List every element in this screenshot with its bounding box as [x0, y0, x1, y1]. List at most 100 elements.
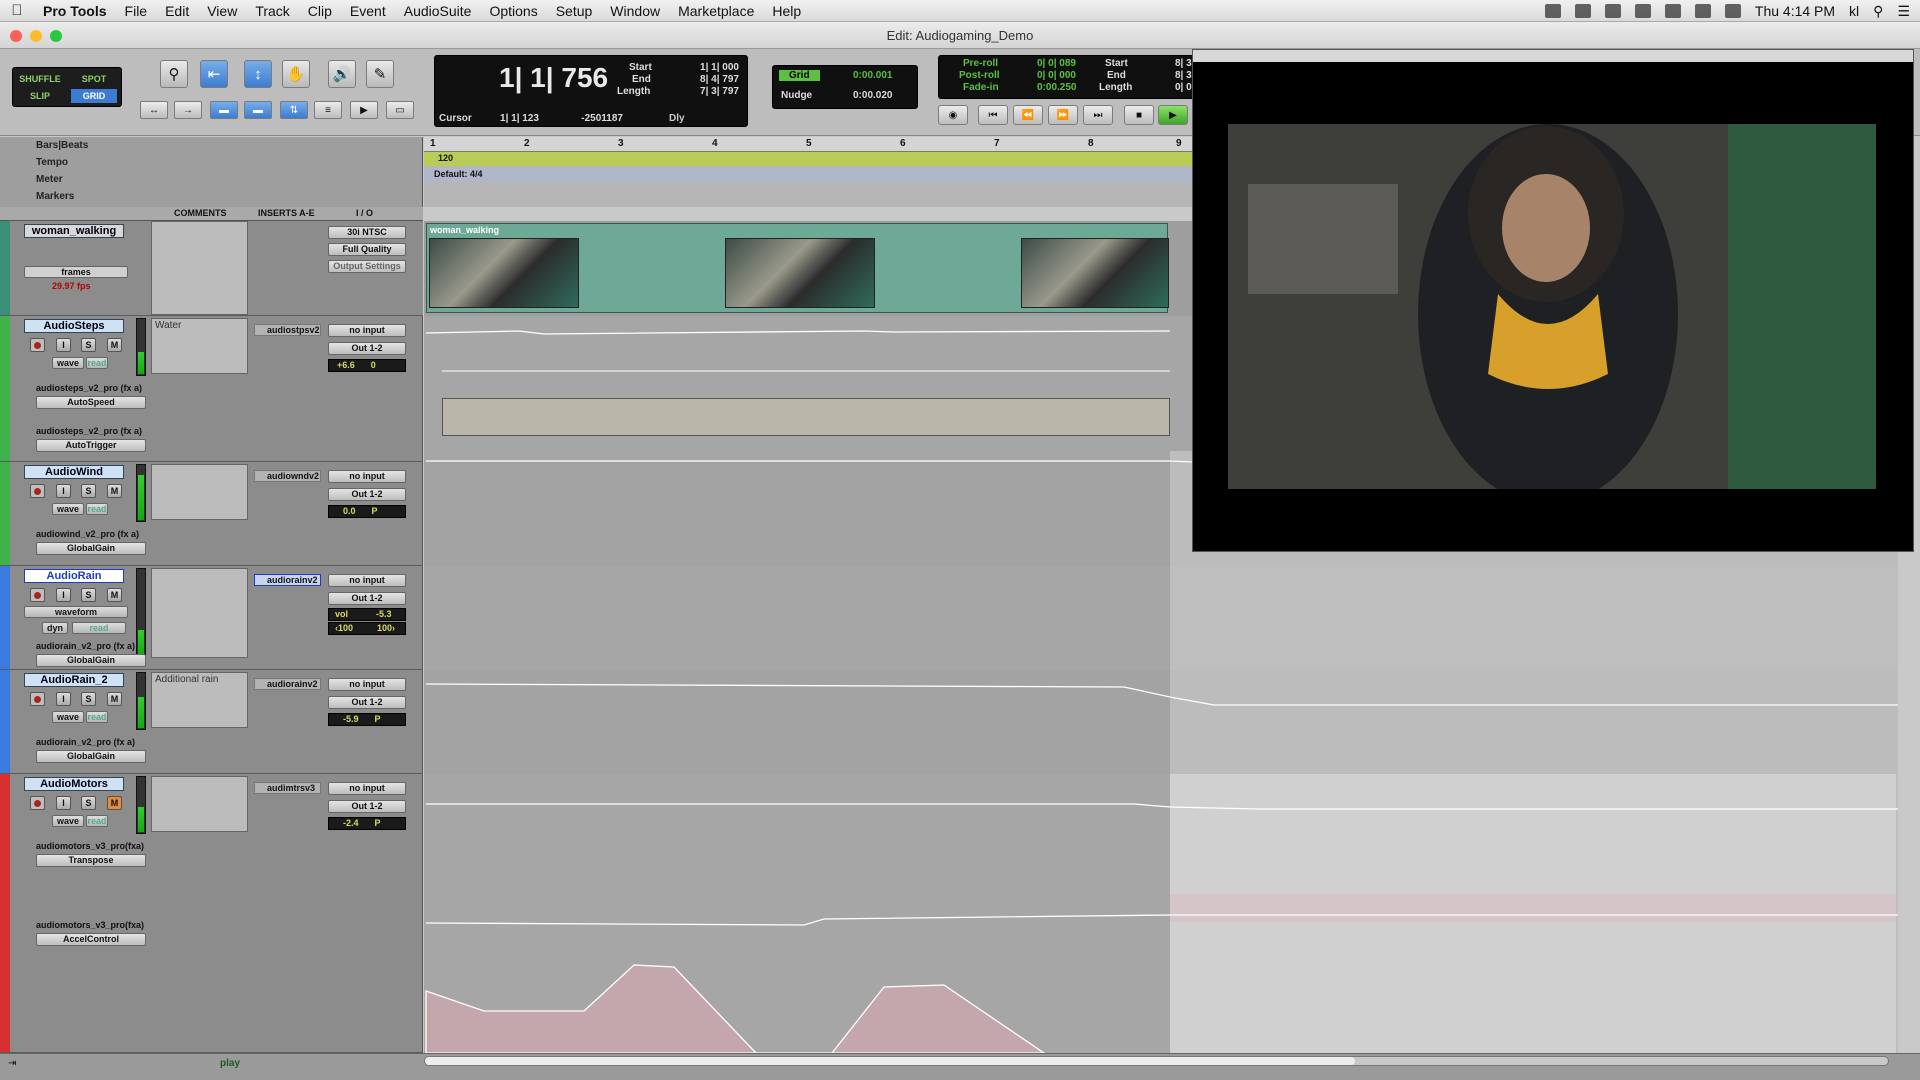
tempo-value[interactable]: 120: [438, 153, 453, 163]
mirror-midi-icon[interactable]: ≡: [314, 101, 342, 119]
menu-clip[interactable]: Clip: [299, 3, 341, 19]
output-selector[interactable]: Out 1-2: [328, 488, 406, 501]
automation-mode-selector[interactable]: read: [86, 815, 108, 827]
mute-button[interactable]: M: [107, 692, 122, 706]
timeline-rulers[interactable]: 1 2 3 4 5 6 7 8 9 120 Default: 4/4: [424, 137, 1192, 207]
plugin-parameter-selector[interactable]: Transpose: [36, 854, 146, 867]
mute-button[interactable]: M: [107, 338, 122, 352]
ruler-meter-label[interactable]: Meter: [36, 174, 63, 185]
link-track-icon[interactable]: ▬: [244, 101, 272, 119]
plugin-parameter-selector[interactable]: GlobalGain: [36, 542, 146, 555]
preroll-value[interactable]: 0| 0| 089: [1037, 58, 1076, 69]
nudge-value[interactable]: 0:00.020: [853, 90, 892, 101]
input-monitor-button[interactable]: I: [56, 692, 71, 706]
input-monitor-button[interactable]: I: [56, 796, 71, 810]
volume-display[interactable]: +6.6 0: [328, 359, 406, 372]
transport-length-value[interactable]: 0| 0: [1175, 82, 1192, 93]
counter-length-value[interactable]: 7| 3| 797: [679, 86, 739, 97]
pencil-tool-icon[interactable]: ✎: [366, 60, 394, 88]
comment-field[interactable]: [151, 568, 248, 658]
transport-end-value[interactable]: 8| 3: [1175, 70, 1192, 81]
menubar-clock[interactable]: Thu 4:14 PM: [1755, 3, 1835, 19]
volume-display[interactable]: -2.4 P: [328, 817, 406, 830]
track-view-selector[interactable]: wave: [52, 815, 84, 827]
automation-mode-selector[interactable]: read: [86, 357, 108, 369]
selector-tool-icon[interactable]: ↕: [244, 60, 272, 88]
mode-shuffle[interactable]: SHUFFLE: [17, 72, 63, 86]
input-selector[interactable]: no input: [328, 470, 406, 483]
input-monitor-button[interactable]: I: [56, 338, 71, 352]
plugin-parameter-selector[interactable]: AutoSpeed: [36, 396, 146, 409]
insert-slot-a[interactable]: audiorainv2: [254, 678, 321, 690]
menu-view[interactable]: View: [198, 3, 246, 19]
video-format-selector[interactable]: 30i NTSC: [328, 226, 406, 239]
counter-start-value[interactable]: 1| 1| 000: [679, 62, 739, 73]
output-selector[interactable]: Out 1-2: [328, 800, 406, 813]
menubar-user[interactable]: kl: [1849, 3, 1859, 19]
go-to-end-icon[interactable]: ⏭: [1083, 105, 1113, 125]
insert-slot-a[interactable]: audiorainv2: [254, 574, 321, 586]
airplay-icon[interactable]: [1694, 4, 1711, 18]
grabber-tool-icon[interactable]: ✋: [282, 60, 310, 88]
main-counter-value[interactable]: 1| 1| 756: [499, 62, 608, 94]
insertion-follows-icon[interactable]: ⇅: [280, 101, 308, 119]
comment-field[interactable]: Additional rain: [151, 672, 248, 728]
output-selector[interactable]: Out 1-2: [328, 592, 406, 605]
online-button-icon[interactable]: ◉: [938, 105, 968, 125]
transport-start-value[interactable]: 8| 3: [1175, 58, 1192, 69]
input-selector[interactable]: no input: [328, 324, 406, 337]
solo-button[interactable]: S: [81, 484, 96, 498]
preroll-label[interactable]: Pre-roll: [963, 58, 998, 69]
track-view-selector[interactable]: wave: [52, 357, 84, 369]
scrollbar-thumb[interactable]: [425, 1057, 1355, 1065]
track-name[interactable]: AudioWind: [24, 465, 124, 479]
mode-spot[interactable]: SPOT: [71, 72, 117, 86]
pan-display[interactable]: ‹100 100›: [328, 622, 406, 635]
counter-end-value[interactable]: 8| 4| 797: [679, 74, 739, 85]
solo-button[interactable]: S: [81, 796, 96, 810]
fadein-value[interactable]: 0:00.250: [1037, 82, 1076, 93]
menu-setup[interactable]: Setup: [547, 3, 602, 19]
nudge-label[interactable]: Nudge: [781, 90, 812, 101]
volume-display[interactable]: vol -5.3: [328, 608, 406, 621]
mute-button[interactable]: M: [107, 588, 122, 602]
menu-window[interactable]: Window: [601, 3, 669, 19]
spotlight-icon[interactable]: ⚲: [1873, 3, 1883, 20]
plugin-parameter-selector[interactable]: GlobalGain: [36, 654, 146, 667]
notification-center-icon[interactable]: ☰: [1897, 3, 1910, 20]
track-name[interactable]: AudioRain_2: [24, 673, 124, 687]
ruler-tempo-label[interactable]: Tempo: [36, 157, 68, 168]
track-view-selector[interactable]: wave: [52, 503, 84, 515]
show-hide-tracks-icon[interactable]: ⇥: [8, 1058, 16, 1069]
input-monitor-button[interactable]: I: [56, 484, 71, 498]
automation-mode-selector[interactable]: read: [86, 503, 108, 515]
menu-edit[interactable]: Edit: [156, 3, 198, 19]
meter-ruler[interactable]: Default: 4/4: [424, 168, 1192, 182]
comment-field[interactable]: [151, 221, 248, 315]
insert-slot-a[interactable]: audiostpsv2: [254, 324, 321, 336]
menu-event[interactable]: Event: [341, 3, 395, 19]
menu-track[interactable]: Track: [246, 3, 298, 19]
record-enable-button[interactable]: [30, 588, 45, 602]
track-view-selector[interactable]: wave: [52, 711, 84, 723]
rewind-icon[interactable]: ⏪: [1013, 105, 1043, 125]
volume-display[interactable]: -5.9 P: [328, 713, 406, 726]
ruler-barsbeats-label[interactable]: Bars|Beats: [36, 140, 88, 151]
plugin-parameter-selector[interactable]: AccelControl: [36, 933, 146, 946]
fast-forward-icon[interactable]: ⏩: [1048, 105, 1078, 125]
video-quality-selector[interactable]: Full Quality: [328, 243, 406, 256]
input-selector[interactable]: no input: [328, 678, 406, 691]
insert-slot-a[interactable]: audimtrsv3: [254, 782, 321, 794]
input-selector[interactable]: no input: [328, 574, 406, 587]
insert-slot-a[interactable]: audiowndv2: [254, 470, 321, 482]
delay-label[interactable]: Dly: [669, 113, 685, 124]
ruler-markers-label[interactable]: Markers: [36, 191, 74, 202]
play-icon[interactable]: ▶: [1158, 105, 1188, 125]
automation-mode-selector[interactable]: read: [72, 622, 126, 634]
video-track-name[interactable]: woman_walking: [24, 224, 124, 238]
volume-display[interactable]: 0.0 P: [328, 505, 406, 518]
link-timeline-icon[interactable]: ▬: [210, 101, 238, 119]
keyboard-focus-icon[interactable]: ▭: [386, 101, 414, 119]
zoom-toggle-icon[interactable]: ↔: [140, 101, 168, 119]
mute-button[interactable]: M: [107, 484, 122, 498]
